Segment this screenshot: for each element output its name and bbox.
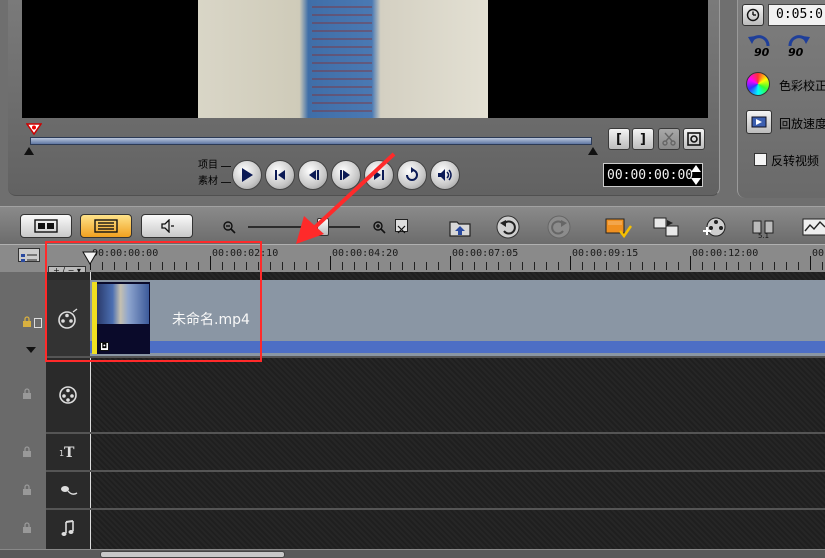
mode-connector [221, 166, 231, 167]
redo-button[interactable] [545, 214, 573, 240]
ruler-major-tick [690, 256, 691, 270]
insert-media-button[interactable] [446, 214, 474, 240]
color-correction-label[interactable]: 色彩校正 [779, 77, 825, 94]
redo-icon [547, 215, 571, 239]
video-frame-detail [312, 0, 372, 118]
play-button[interactable] [232, 160, 262, 190]
ruler-major-tick [810, 256, 811, 270]
timeline-icon [94, 219, 118, 233]
home-icon [275, 170, 285, 180]
overlay-track-icon [54, 380, 82, 408]
duration-field[interactable]: 0:05:0 [768, 4, 825, 26]
timeline-view-button[interactable] [80, 214, 132, 238]
timecode-spinner[interactable] [690, 164, 702, 186]
ruler-label: 00:00 [812, 248, 825, 259]
track-divider [46, 470, 825, 472]
svg-text:T: T [64, 445, 75, 461]
storyboard-icon [34, 219, 58, 233]
surround-icon: 5.1 [752, 220, 774, 239]
speed-icon [751, 116, 767, 128]
smart-proxy-button[interactable] [604, 214, 632, 240]
track-divider [46, 508, 825, 510]
mark-out-button[interactable]: ] [632, 128, 654, 150]
playback-speed-label[interactable]: 回放速度 [779, 115, 825, 132]
annotation-arrow-icon [296, 152, 396, 244]
trim-end-marker[interactable] [588, 147, 598, 155]
track-divider [46, 432, 825, 434]
voice-icon [61, 486, 78, 495]
mode-clip-label[interactable]: 素材 [198, 176, 218, 188]
volume-button[interactable] [430, 160, 460, 190]
scrubber-handle[interactable] [26, 123, 42, 135]
smart-proxy-icon [605, 218, 632, 239]
lock-icon[interactable] [22, 446, 32, 458]
surround-mixer-button[interactable]: 5.1 [750, 214, 778, 240]
title-track-icon: 1T [54, 437, 82, 465]
track-expand-icon[interactable] [26, 347, 36, 353]
spin-down-icon[interactable] [690, 177, 702, 186]
duration-clock-button[interactable] [742, 4, 764, 26]
track-manager-icon [21, 254, 37, 262]
undo-icon [496, 215, 520, 239]
import-icon [449, 221, 471, 237]
track-manager-button[interactable] [18, 248, 40, 262]
multi-trim-button[interactable] [702, 214, 730, 240]
color-wheel-icon[interactable] [746, 72, 770, 96]
auto-music-button[interactable] [800, 214, 825, 240]
spin-up-icon[interactable] [690, 164, 702, 173]
zoom-out-button[interactable] [222, 219, 236, 234]
rotate-right-button[interactable]: 90 [784, 34, 816, 62]
voice-track-icon [54, 476, 82, 504]
batch-convert-button[interactable] [652, 214, 680, 240]
cut-icon [662, 132, 676, 146]
overlay-reel-icon [59, 386, 77, 404]
ruler-major-tick [330, 256, 331, 270]
cut-button[interactable] [658, 128, 680, 150]
track-select-icon[interactable] [34, 318, 42, 328]
chart-icon [802, 218, 825, 236]
rotate-left-button[interactable]: 90 [744, 34, 776, 62]
mark-in-button[interactable]: [ [608, 128, 630, 150]
lock-icon[interactable] [22, 316, 32, 328]
speaker-icon [161, 219, 174, 233]
ruler-label: 00:00:12:00 [692, 248, 759, 259]
clock-icon [746, 8, 760, 22]
volume-icon [438, 169, 452, 181]
ruler-major-tick [450, 256, 451, 270]
mode-project-label[interactable]: 项目 [198, 160, 218, 172]
trim-start-marker[interactable] [24, 147, 34, 155]
convert-icon [653, 217, 679, 237]
preview-scrub-bar[interactable] [30, 137, 592, 145]
annotation-highlight-box [45, 241, 262, 362]
fit-icon [687, 132, 701, 146]
repeat-button[interactable] [397, 160, 427, 190]
lock-icon[interactable] [22, 388, 32, 400]
fit-screen-button[interactable] [683, 128, 705, 150]
title-icon: 1T [59, 445, 75, 461]
ruler-label: 00:00:07:05 [452, 248, 519, 259]
repeat-icon [406, 167, 418, 181]
music-track-icon [54, 515, 82, 543]
ruler-label: 00:00:09:15 [572, 248, 639, 259]
storyboard-view-button[interactable] [20, 214, 72, 238]
music-icon [61, 520, 74, 536]
playback-speed-button[interactable] [746, 110, 772, 134]
lock-icon[interactable] [22, 484, 32, 496]
undo-button[interactable] [494, 214, 522, 240]
mode-connector [221, 182, 231, 183]
track-lock-column [0, 272, 46, 558]
svg-text:5.1: 5.1 [758, 232, 769, 239]
ruler-major-tick [570, 256, 571, 270]
reverse-video-label[interactable]: 反转视频 [771, 152, 819, 169]
audio-view-button[interactable] [141, 214, 193, 238]
play-icon [242, 168, 253, 182]
scrollbar-thumb[interactable] [100, 551, 285, 558]
zoom-out-icon [223, 221, 236, 234]
film-plus-icon [703, 217, 726, 237]
timecode-field[interactable]: 00:00:00:00 [603, 163, 703, 187]
lock-icon[interactable] [22, 522, 32, 534]
reverse-video-checkbox[interactable] [754, 153, 767, 166]
